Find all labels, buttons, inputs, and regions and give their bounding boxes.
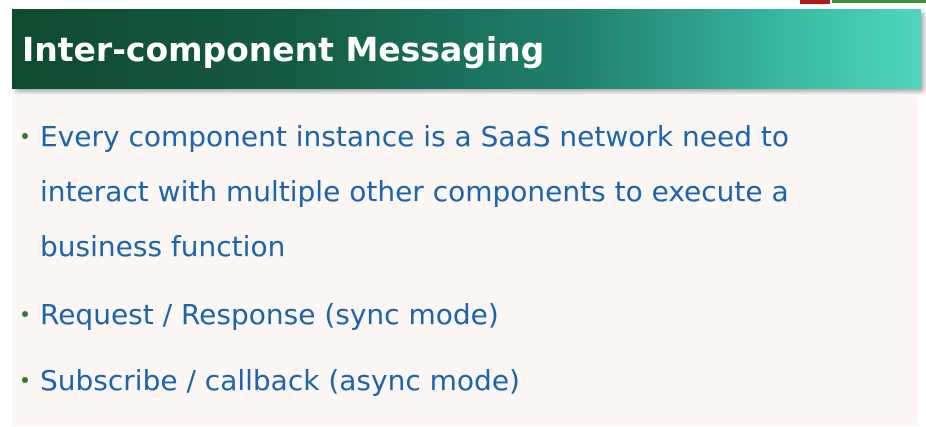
content-area: Every component instance is a SaaS netwo… — [12, 96, 918, 426]
bullet-line: Request / Response (sync mode) — [40, 298, 499, 331]
bullet-line: business function — [40, 230, 286, 263]
title-banner: Inter-component Messaging — [12, 9, 921, 89]
bullet-line: interact with multiple other components … — [40, 175, 789, 208]
bullet-line: Every component instance is a SaaS netwo… — [40, 120, 789, 153]
bullet-marker-icon — [22, 133, 28, 139]
logo-mark — [800, 0, 830, 4]
bullet-item-2: Request / Response (sync mode) — [40, 287, 890, 342]
header-accent-bar — [832, 0, 926, 3]
bullet-item-3: Subscribe / callback (async mode) — [40, 353, 890, 408]
bullet-marker-icon — [22, 311, 28, 317]
bullet-line: Subscribe / callback (async mode) — [40, 364, 520, 397]
bullet-item-1: Every component instance is a SaaS netwo… — [40, 109, 890, 274]
bullet-marker-icon — [22, 377, 28, 383]
slide-title: Inter-component Messaging — [22, 29, 545, 69]
